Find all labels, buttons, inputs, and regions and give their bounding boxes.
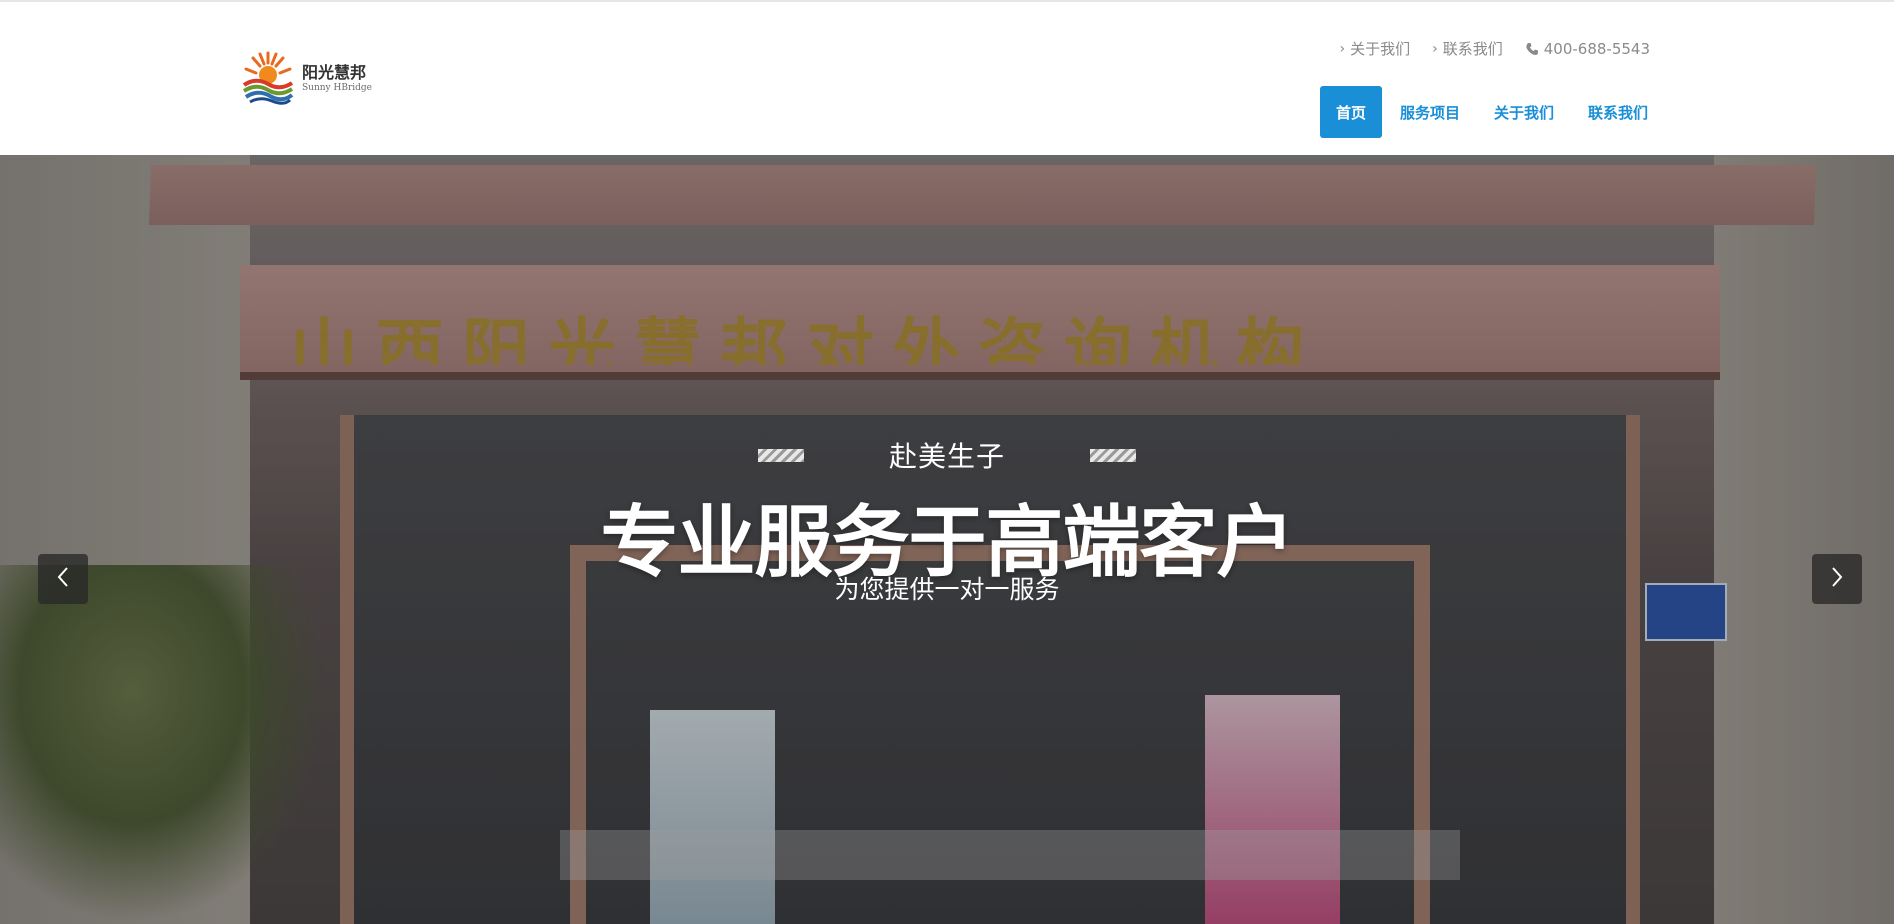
chevron-left-icon [56,566,70,592]
nav-item-home[interactable]: 首页 [1319,86,1382,138]
site-header: 阳光慧邦 Sunny HBridge › 关于我们 › 联系我们 400-688… [0,0,1894,155]
nav-item-services[interactable]: 服务项目 [1384,86,1476,138]
top-link-phone[interactable]: 400-688-5543 [1525,40,1650,58]
logo[interactable]: 阳光慧邦 Sunny HBridge [240,49,380,109]
top-link-contact[interactable]: › 联系我们 [1432,38,1503,59]
top-link-contact-label: 联系我们 [1442,40,1503,58]
top-link-about-label: 关于我们 [1350,40,1411,58]
phone-icon [1525,42,1539,56]
logo-name-en: Sunny HBridge [302,83,372,93]
top-links: › 关于我们 › 联系我们 400-688-5543 [1339,38,1650,59]
slide-caption: 赴美生子 专业服务于高端客户 为您提供一对一服务 [0,155,1894,924]
slider-prev-button[interactable] [38,554,88,604]
sun-logo-icon [240,51,296,107]
logo-name-cn: 阳光慧邦 [302,63,367,82]
hero-slider: 山西阳光慧邦对外咨询机构 赴美生子 专业服务于高端客户 为您提供一对一服务 [0,155,1894,924]
nav-item-contact[interactable]: 联系我们 [1572,86,1664,138]
nav-item-about[interactable]: 关于我们 [1478,86,1570,138]
slide-kicker: 赴美生子 [888,440,1005,473]
chevron-right-icon [1830,566,1844,592]
phone-number: 400-688-5543 [1543,39,1650,58]
decorative-stripe-right [1090,448,1136,462]
chevron-right-small-icon: › [1339,40,1346,57]
chevron-right-small-icon: › [1432,40,1438,57]
slider-next-button[interactable] [1812,554,1862,604]
top-link-about[interactable]: › 关于我们 [1339,38,1410,59]
decorative-stripe-left [757,448,804,462]
slide-subline: 为您提供一对一服务 [834,575,1060,604]
main-nav: 首页 服务项目 关于我们 联系我们 [1319,86,1664,138]
